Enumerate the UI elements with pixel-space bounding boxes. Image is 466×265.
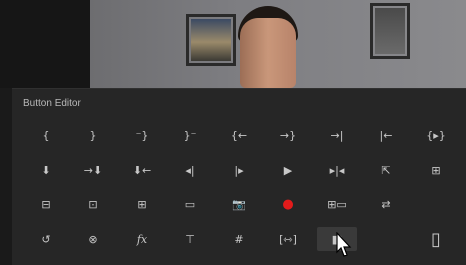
overwrite-icon: ⊡ xyxy=(88,197,98,211)
step-back-icon: ◂| xyxy=(185,163,195,177)
button-editor-slot[interactable]: →⬇ xyxy=(73,158,113,182)
play-around-icon: ▸|◂ xyxy=(329,163,345,177)
button-editor-slot[interactable]: ▸|◂ xyxy=(317,158,357,182)
timecode-icon: ⊤ xyxy=(185,232,195,246)
safe-margins-icon: ▭ xyxy=(184,197,196,211)
add-marker-icon: ⬇ xyxy=(41,163,51,177)
button-editor-slot[interactable]: ⊞ xyxy=(416,158,456,182)
button-editor-slot[interactable]: }⁻ xyxy=(170,123,210,147)
trim-icon: [⇿] xyxy=(279,232,297,246)
button-editor-slot[interactable]: |▸ xyxy=(219,158,259,182)
button-editor-panel: Button Editor {} ⁻} }⁻ {← →} →| |← {▸} ⬇ →⬇ ⬇← ◂| |▸… xyxy=(12,88,466,265)
button-editor-slot[interactable]: ⊗ xyxy=(73,227,113,251)
step-back-edit-icon: |← xyxy=(379,128,393,142)
go-to-in-point-icon: {← xyxy=(230,128,248,142)
button-editor-slot[interactable]: fx xyxy=(122,227,162,251)
button-editor-slot[interactable]: [⇿] xyxy=(268,227,308,251)
extract-icon: ⊞ xyxy=(431,163,441,177)
button-editor-slot[interactable] xyxy=(366,227,406,251)
picture-frame-right xyxy=(370,3,410,59)
button-editor-slot[interactable]: ⁻} xyxy=(122,123,162,147)
go-to-next-marker-icon: →⬇ xyxy=(83,163,103,177)
button-editor-slot[interactable]: |← xyxy=(366,123,406,147)
spacer-icon: ▯ xyxy=(431,228,441,250)
play-in-to-out-icon: {▸} xyxy=(426,128,446,142)
button-editor-slot[interactable]: {← xyxy=(219,123,259,147)
video-preview xyxy=(0,0,466,88)
play-icon: ▶ xyxy=(283,163,293,177)
multi-camera-icon: ⊞▭ xyxy=(327,197,347,211)
insert-icon: ⊟ xyxy=(41,197,51,211)
button-editor-slot[interactable]: ⇄ xyxy=(366,192,406,216)
go-to-previous-marker-icon: ⬇← xyxy=(132,163,152,177)
button-editor-slot[interactable]: ⬇ xyxy=(26,158,66,182)
mouse-cursor-icon xyxy=(336,232,352,257)
grid-icon: # xyxy=(234,232,244,246)
button-editor-slot[interactable]: ▯ xyxy=(416,227,456,251)
toggle-proxy-icon: ⇄ xyxy=(381,197,391,211)
mark-in-icon: { xyxy=(42,128,50,142)
button-editor-slot[interactable]: 📷 xyxy=(219,192,259,216)
lift-icon: ⇱ xyxy=(381,163,391,177)
mark-clip-out-icon: ⁻} xyxy=(135,128,149,142)
button-editor-slot[interactable]: ▭ xyxy=(170,192,210,216)
button-editor-slot[interactable]: {▸} xyxy=(416,123,456,147)
button-editor-slot[interactable]: ⇱ xyxy=(366,158,406,182)
step-forward-icon: |▸ xyxy=(234,163,244,177)
button-editor-slot[interactable]: ⊡ xyxy=(73,192,113,216)
button-editor-slot[interactable]: ● xyxy=(268,192,308,216)
button-editor-slot[interactable]: ▶ xyxy=(268,158,308,182)
button-editor-slot[interactable]: ⊞▭ xyxy=(317,192,357,216)
go-to-in-icon: }⁻ xyxy=(183,128,197,142)
button-editor-slot[interactable]: { xyxy=(26,123,66,147)
mark-out-icon: } xyxy=(89,128,97,142)
loop-icon: ↺ xyxy=(41,232,51,246)
replace-icon: ⊞ xyxy=(137,197,147,211)
button-editor-slot[interactable]: →| xyxy=(317,123,357,147)
go-to-out-point-icon: →} xyxy=(279,128,297,142)
button-editor-slot[interactable]: ↺ xyxy=(26,227,66,251)
step-forward-edit-icon: →| xyxy=(330,128,344,142)
camera-icon: 📷 xyxy=(232,197,246,211)
dark-background xyxy=(0,0,90,88)
button-editor-slot[interactable]: ◂| xyxy=(170,158,210,182)
panel-title: Button Editor xyxy=(23,98,81,109)
record-icon: ● xyxy=(282,196,294,212)
fx-icon: fx xyxy=(136,232,148,246)
vr-video-icon: ⊗ xyxy=(88,232,98,246)
button-editor-slot[interactable]: ⊤ xyxy=(170,227,210,251)
button-editor-slot[interactable]: ⊞ xyxy=(122,192,162,216)
button-editor-slot[interactable]: →} xyxy=(268,123,308,147)
button-editor-slot[interactable] xyxy=(416,192,456,216)
picture-frame-left xyxy=(186,14,236,66)
person-face xyxy=(240,18,296,88)
button-editor-slot[interactable]: ⬇← xyxy=(122,158,162,182)
button-editor-slot[interactable]: ⊟ xyxy=(26,192,66,216)
button-editor-slot[interactable]: # xyxy=(219,227,259,251)
button-editor-slot[interactable]: } xyxy=(73,123,113,147)
